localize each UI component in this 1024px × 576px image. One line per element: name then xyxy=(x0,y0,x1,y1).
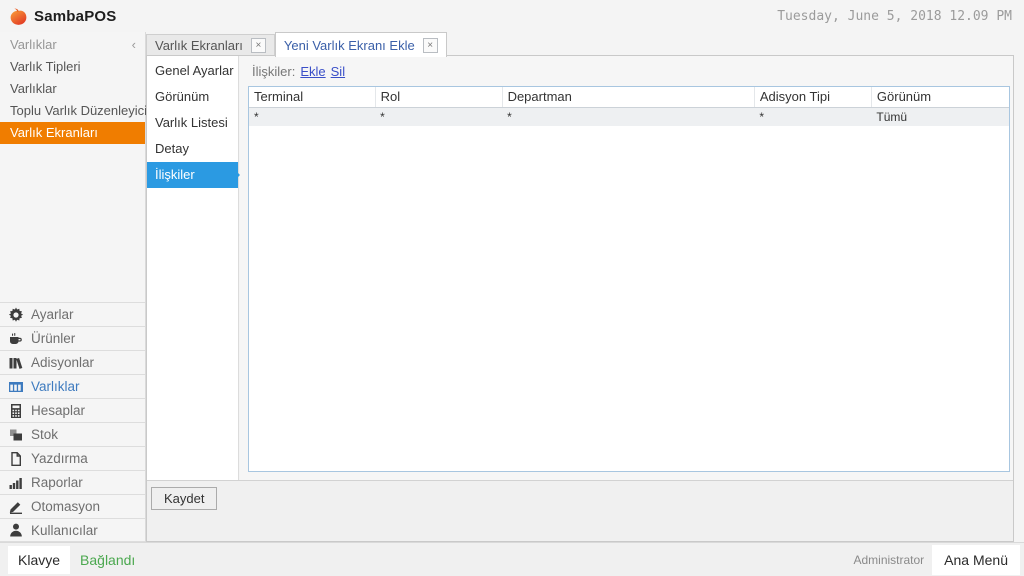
coffee-icon xyxy=(8,331,24,347)
menu-item-raporlar[interactable]: Raporlar xyxy=(0,470,145,494)
editor-nav-gorunum[interactable]: Görünüm xyxy=(147,84,238,110)
sidebar-item-varliklar[interactable]: Varlıklar xyxy=(0,78,145,100)
cell-terminal: * xyxy=(249,107,376,126)
sambapos-logo-icon xyxy=(10,8,27,25)
menu-item-label: Raporlar xyxy=(31,475,83,490)
menu-item-label: Otomasyon xyxy=(31,499,101,514)
menu-item-label: Ürünler xyxy=(31,331,76,346)
pencil-icon xyxy=(8,499,24,515)
sidebar-title: Varlıklar xyxy=(10,36,57,52)
boxes-icon xyxy=(8,427,24,443)
gear-icon xyxy=(8,307,24,323)
sidebar-item-varlik-tipleri[interactable]: Varlık Tipleri xyxy=(0,56,145,78)
status-bar: Klavye Bağlandı Administrator Ana Menü xyxy=(0,542,1024,576)
tab-varlik-ekranlari[interactable]: Varlık Ekranları × xyxy=(146,34,275,56)
editor-nav-detay[interactable]: Detay xyxy=(147,136,238,162)
cell-rol: * xyxy=(375,107,503,126)
menu-item-otomasyon[interactable]: Otomasyon xyxy=(0,494,145,518)
menu-item-yazdirma[interactable]: Yazdırma xyxy=(0,446,145,470)
tab-label: Yeni Varlık Ekranı Ekle xyxy=(283,37,415,53)
column-header-gorunum[interactable]: Görünüm xyxy=(871,87,1009,108)
menu-item-label: Yazdırma xyxy=(31,451,88,466)
brand: SambaPOS xyxy=(8,6,116,27)
column-header-departman[interactable]: Departman xyxy=(502,87,755,108)
column-header-rol[interactable]: Rol xyxy=(375,87,503,108)
menu-item-hesaplar[interactable]: Hesaplar xyxy=(0,398,145,422)
main-area: Varlık Ekranları × Yeni Varlık Ekranı Ek… xyxy=(146,32,1014,542)
close-icon[interactable]: × xyxy=(250,37,266,53)
editor-nav-varlik-listesi[interactable]: Varlık Listesi xyxy=(147,110,238,136)
editor-nav-genel-ayarlar[interactable]: Genel Ayarlar xyxy=(147,58,238,84)
delete-relation-link[interactable]: Sil xyxy=(331,64,345,79)
column-header-terminal[interactable]: Terminal xyxy=(249,87,376,108)
menu-item-label: Varlıklar xyxy=(31,379,80,394)
menu-item-urunler[interactable]: Ürünler xyxy=(0,326,145,350)
relations-table: Terminal Rol Departman Adisyon Tipi Görü… xyxy=(248,86,1010,472)
menu-item-label: Ayarlar xyxy=(31,307,74,322)
logged-in-user: Administrator xyxy=(853,552,925,567)
editor-footer: Kaydet xyxy=(147,480,1013,541)
user-icon xyxy=(8,522,24,538)
close-icon[interactable]: × xyxy=(422,37,438,53)
top-bar: SambaPOS Tuesday, June 5, 2018 12.09 PM xyxy=(0,0,1024,32)
menu-item-label: Kullanıcılar xyxy=(31,522,98,538)
menu-item-label: Adisyonlar xyxy=(31,355,95,370)
column-header-adisyon-tipi[interactable]: Adisyon Tipi xyxy=(754,87,872,108)
save-button[interactable]: Kaydet xyxy=(151,487,218,510)
sidebar: Varlıklar ‹ Varlık Tipleri Varlıklar Top… xyxy=(0,32,147,542)
bar-chart-icon xyxy=(8,475,24,491)
menu-item-varliklar[interactable]: Varlıklar xyxy=(0,374,145,398)
sidebar-item-varlik-ekranlari[interactable]: Varlık Ekranları xyxy=(0,122,145,144)
editor-nav: Genel Ayarlar Görünüm Varlık Listesi Det… xyxy=(147,56,240,480)
status-right: Administrator Ana Menü xyxy=(853,544,1024,575)
tab-bar: Varlık Ekranları × Yeni Varlık Ekranı Ek… xyxy=(146,32,447,57)
collapse-chevron-icon[interactable]: ‹ xyxy=(132,37,136,52)
calculator-icon xyxy=(8,403,24,419)
tab-yeni-varlik-ekrani-ekle[interactable]: Yeni Varlık Ekranı Ekle × xyxy=(274,32,447,57)
books-icon xyxy=(8,355,24,371)
menu-item-kullanicilar[interactable]: Kullanıcılar xyxy=(0,518,145,542)
menu-item-label: Hesaplar xyxy=(31,403,86,418)
editor-panel: Genel Ayarlar Görünüm Varlık Listesi Det… xyxy=(146,55,1014,542)
sidebar-header: Varlıklar ‹ xyxy=(0,32,145,56)
keyboard-button[interactable]: Klavye xyxy=(8,545,71,574)
cell-adisyon-tipi: * xyxy=(754,107,872,126)
add-relation-link[interactable]: Ekle xyxy=(300,64,325,79)
module-menu: Ayarlar Ürünler Adisyonlar Varlıklar Hes… xyxy=(0,302,145,542)
sambapos-window: SambaPOS Tuesday, June 5, 2018 12.09 PM … xyxy=(0,0,1024,576)
datetime-display: Tuesday, June 5, 2018 12.09 PM xyxy=(777,8,1012,24)
cell-gorunum: Tümü xyxy=(871,107,1009,126)
relations-label: İlişkiler: xyxy=(252,63,296,79)
cell-departman: * xyxy=(502,107,755,126)
editor-nav-iliskiler[interactable]: İlişkiler xyxy=(147,162,240,188)
tab-label: Varlık Ekranları xyxy=(155,37,243,53)
menu-item-label: Stok xyxy=(31,427,59,442)
main-menu-button[interactable]: Ana Menü xyxy=(932,544,1020,575)
document-icon xyxy=(8,451,24,467)
menu-item-ayarlar[interactable]: Ayarlar xyxy=(0,302,145,326)
relations-pane: İlişkiler: Ekle Sil Terminal Rol Departm… xyxy=(240,56,1013,480)
connection-status: Bağlandı xyxy=(80,551,136,568)
menu-item-stok[interactable]: Stok xyxy=(0,422,145,446)
table-icon xyxy=(8,379,24,395)
relations-toolbar: İlişkiler: Ekle Sil xyxy=(240,56,1013,86)
menu-item-adisyonlar[interactable]: Adisyonlar xyxy=(0,350,145,374)
brand-name: SambaPOS xyxy=(34,7,117,25)
table-header-row: Terminal Rol Departman Adisyon Tipi Görü… xyxy=(249,87,1009,108)
table-row[interactable]: * * * * Tümü xyxy=(249,107,1009,126)
sidebar-item-toplu-varlik-duzenleyici[interactable]: Toplu Varlık Düzenleyici xyxy=(0,100,147,122)
